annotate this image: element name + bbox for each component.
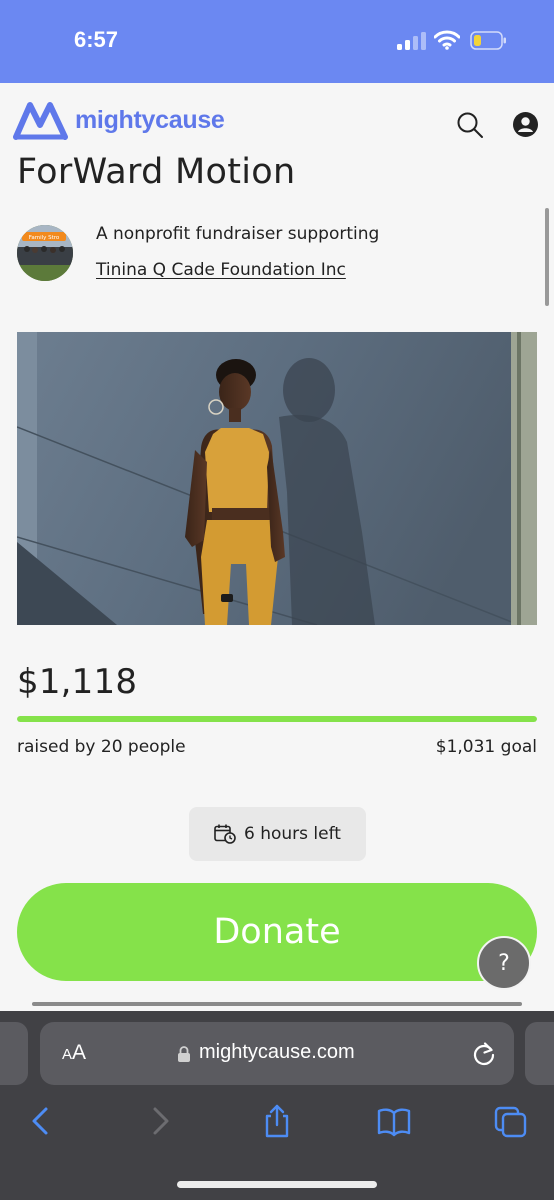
org-avatar-banner-text: Family Stro — [29, 235, 60, 241]
logo-text: mightycause — [75, 105, 225, 134]
time-left-badge: 6 hours left — [189, 807, 366, 861]
search-icon[interactable] — [456, 111, 484, 139]
calendar-clock-icon — [214, 824, 236, 844]
status-time: 6:57 — [74, 27, 119, 52]
account-icon[interactable] — [513, 112, 538, 137]
share-icon[interactable] — [260, 1103, 294, 1139]
progress-bar — [17, 716, 537, 722]
home-indicator[interactable] — [177, 1181, 377, 1188]
scrollbar[interactable] — [545, 208, 549, 306]
org-link[interactable]: Tinina Q Cade Foundation Inc — [96, 260, 346, 280]
wifi-icon — [434, 30, 460, 50]
bookmarks-icon[interactable] — [377, 1103, 411, 1139]
time-left-text: 6 hours left — [244, 824, 341, 844]
lock-icon — [178, 1046, 190, 1062]
help-button[interactable]: ? — [477, 936, 531, 990]
forward-icon[interactable] — [143, 1103, 177, 1139]
raised-by-text: raised by 20 people — [17, 737, 186, 757]
page-title: ForWard Motion — [17, 152, 296, 192]
url-text[interactable]: mightycause.com — [199, 1041, 355, 1064]
tabs-icon[interactable] — [494, 1103, 528, 1139]
mightycause-logo-icon — [13, 102, 68, 140]
amount-raised: $1,118 — [17, 662, 138, 702]
org-avatar[interactable]: Family Stro — [17, 225, 73, 281]
donate-button[interactable]: Donate — [17, 883, 537, 981]
progress-fill — [17, 716, 537, 722]
goal-text: $1,031 goal — [435, 737, 537, 757]
status-bar: 6:57 — [0, 0, 554, 83]
page-settings-button[interactable]: AA — [62, 1041, 86, 1065]
aa-big-letter: A — [72, 1041, 87, 1064]
aa-small-letter: A — [62, 1046, 73, 1063]
campaign-photo — [17, 332, 537, 625]
supporting-text: A nonprofit fundraiser supporting — [96, 224, 380, 244]
next-tab-edge[interactable] — [525, 1022, 554, 1085]
mightycause-logo[interactable]: mightycause — [13, 100, 225, 140]
reload-icon[interactable] — [471, 1041, 497, 1067]
signal-icon — [397, 32, 427, 50]
back-icon[interactable] — [24, 1103, 58, 1139]
previous-tab-edge[interactable] — [0, 1022, 28, 1085]
page-scroll-indicator — [32, 1002, 522, 1006]
battery-icon — [470, 31, 506, 50]
